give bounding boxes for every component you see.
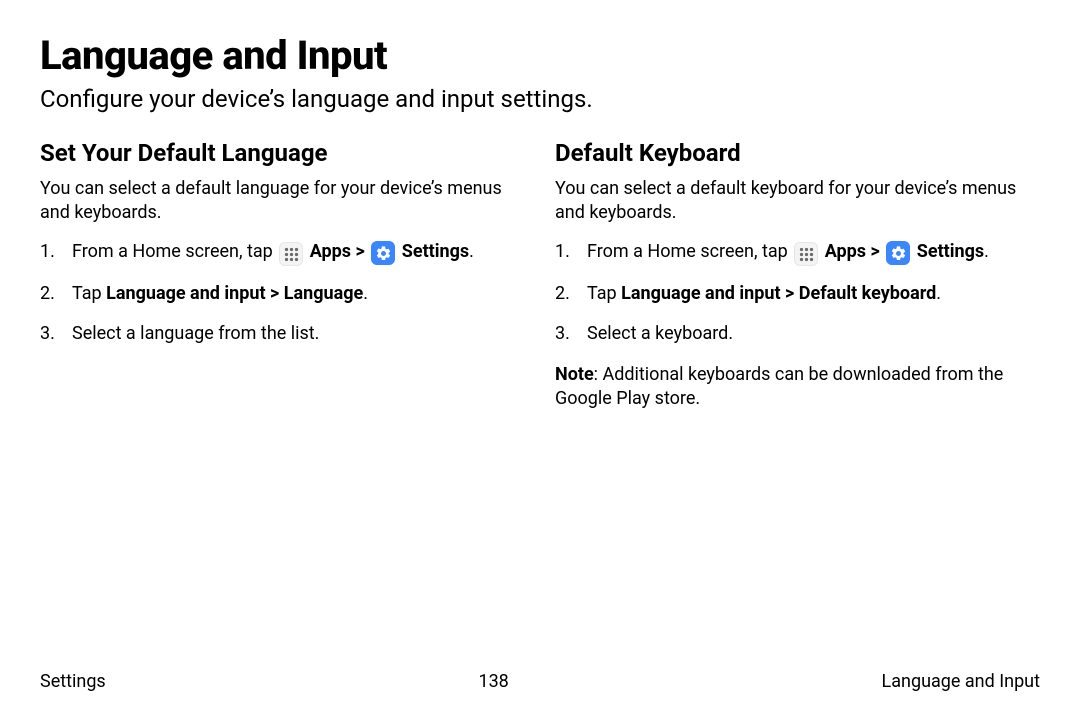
content-columns: Set Your Default Language You can select… — [40, 139, 1040, 411]
step-item: Tap Language and input > Language. — [40, 282, 525, 306]
step-item: From a Home screen, tap Apps > Settings. — [40, 240, 525, 267]
gear-icon — [886, 241, 910, 265]
section-description-right: You can select a default keyboard for yo… — [555, 177, 1040, 226]
chevron: > — [351, 241, 369, 262]
footer-left: Settings — [40, 671, 106, 692]
step-item: Tap Language and input > Default keyboar… — [555, 282, 1040, 306]
step-text: Tap — [587, 283, 621, 304]
left-column: Set Your Default Language You can select… — [40, 139, 525, 411]
period: . — [936, 283, 941, 304]
apps-label: Apps — [310, 241, 351, 262]
period: . — [984, 241, 989, 262]
apps-icon — [279, 242, 303, 266]
apps-label: Apps — [825, 241, 866, 262]
section-description-left: You can select a default language for yo… — [40, 177, 525, 226]
note-text: : Additional keyboards can be downloaded… — [555, 364, 1003, 409]
settings-label: Settings — [917, 241, 984, 262]
chevron: > — [866, 241, 884, 262]
right-column: Default Keyboard You can select a defaul… — [555, 139, 1040, 411]
footer-right: Language and Input — [882, 671, 1040, 692]
step-text: From a Home screen, tap — [72, 241, 277, 262]
page-title: Language and Input — [40, 32, 1040, 79]
section-heading-left: Set Your Default Language — [40, 139, 525, 167]
step-item: From a Home screen, tap Apps > Settings. — [555, 240, 1040, 267]
steps-list-left: From a Home screen, tap Apps > Settings.… — [40, 240, 525, 347]
steps-list-right: From a Home screen, tap Apps > Settings.… — [555, 240, 1040, 347]
step-text: Tap — [72, 283, 106, 304]
period: . — [363, 283, 368, 304]
gear-icon — [371, 241, 395, 265]
settings-label: Settings — [402, 241, 469, 262]
step-text: From a Home screen, tap — [587, 241, 792, 262]
section-heading-right: Default Keyboard — [555, 139, 1040, 167]
step-bold: Language and input > Language — [106, 283, 363, 304]
footer-page-number: 138 — [478, 671, 508, 692]
step-item: Select a language from the list. — [40, 322, 525, 346]
apps-icon — [794, 242, 818, 266]
step-item: Select a keyboard. — [555, 322, 1040, 346]
page-subtitle: Configure your device’s language and inp… — [40, 85, 1040, 113]
note-label: Note — [555, 364, 594, 385]
page-footer: Settings 138 Language and Input — [40, 671, 1040, 692]
step-bold: Language and input > Default keyboard — [621, 283, 936, 304]
note: Note: Additional keyboards can be downlo… — [555, 363, 1040, 412]
period: . — [469, 241, 474, 262]
